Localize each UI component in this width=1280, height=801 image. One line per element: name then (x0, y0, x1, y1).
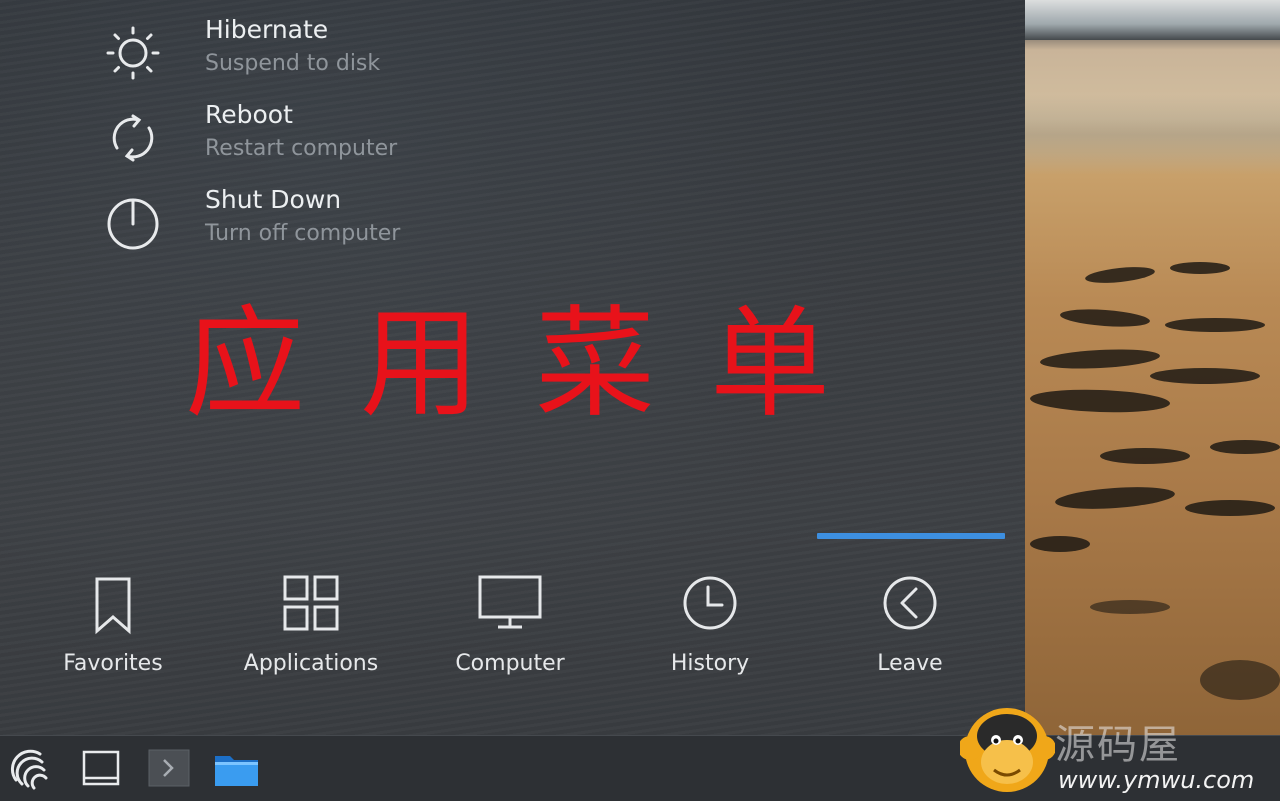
hibernate-action[interactable]: Hibernate Suspend to disk (95, 15, 515, 91)
watermark-site-name: 源码屋 (1055, 722, 1181, 768)
launcher-icon (11, 749, 48, 790)
monitor-icon (478, 575, 542, 629)
overlay-annotation-title: 应用菜单 (185, 295, 885, 434)
hibernate-title: Hibernate (205, 15, 329, 44)
tab-computer-label: Computer (455, 651, 565, 676)
shutdown-action[interactable]: Shut Down Turn off computer (95, 185, 515, 261)
watermark-url: www.ymwu.com (1058, 766, 1255, 794)
reboot-subtitle: Restart computer (205, 136, 398, 161)
application-menu: Hibernate Suspend to disk Reboot Restart… (0, 0, 1025, 735)
active-tab-indicator (817, 533, 1005, 539)
tab-leave[interactable]: Leave (825, 565, 995, 690)
reboot-action[interactable]: Reboot Restart computer (95, 100, 515, 176)
terminal-icon (148, 749, 190, 787)
shutdown-title: Shut Down (205, 185, 342, 214)
reboot-title: Reboot (205, 100, 293, 129)
tab-history-label: History (670, 651, 750, 676)
desktop-icon (82, 750, 120, 786)
tab-applications-label: Applications (243, 651, 379, 676)
tab-applications[interactable]: Applications (226, 565, 396, 690)
reboot-icon (112, 114, 154, 162)
shutdown-subtitle: Turn off computer (205, 221, 401, 246)
show-desktop-button[interactable] (78, 746, 124, 792)
tab-favorites-label: Favorites (63, 651, 163, 676)
sun-icon (106, 26, 160, 80)
tab-leave-label: Leave (877, 651, 943, 676)
site-watermark: 源码屋 www.ymwu.com (960, 700, 1280, 800)
back-arrow-icon (883, 576, 937, 630)
launcher-button[interactable] (8, 746, 54, 792)
tab-favorites[interactable]: Favorites (28, 565, 198, 690)
file-manager-button[interactable] (212, 746, 258, 792)
monkey-logo-icon (960, 708, 1055, 792)
hibernate-subtitle: Suspend to disk (205, 51, 381, 76)
bookmark-icon (95, 577, 131, 635)
power-icon (107, 198, 159, 250)
wet-sand (1025, 95, 1280, 175)
grid-icon (283, 575, 339, 631)
wave-foam (1025, 0, 1280, 40)
terminal-button[interactable] (146, 746, 192, 792)
tab-history[interactable]: History (625, 565, 795, 690)
tab-computer[interactable]: Computer (425, 565, 595, 690)
folder-icon (215, 756, 258, 786)
clock-icon (683, 576, 737, 630)
